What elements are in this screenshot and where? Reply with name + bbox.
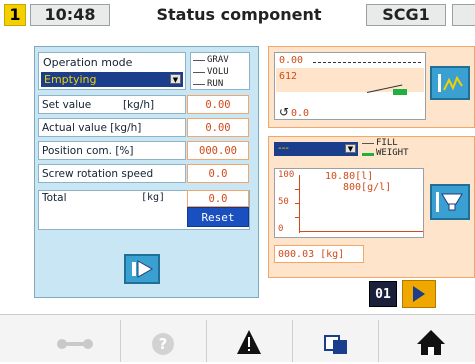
gauge-mid: 50 [278, 197, 289, 207]
total-label: Total [42, 192, 67, 204]
clock: 10:48 [30, 4, 110, 26]
play-icon [132, 260, 154, 278]
total-unit: [kg] [141, 192, 166, 203]
position-com-label: Position com. [%] [38, 141, 186, 160]
reset-button[interactable]: Reset [187, 207, 249, 227]
arrow-right-icon [413, 286, 425, 302]
next-page-button[interactable] [402, 280, 436, 308]
page-title: Status component [156, 5, 322, 24]
rotation-value: 0.0 [291, 108, 310, 119]
operation-mode-box: Operation mode Emptying ▼ [38, 52, 186, 90]
screens-button[interactable] [292, 320, 377, 362]
set-value[interactable]: 0.00 [187, 95, 249, 114]
home-icon [417, 330, 445, 355]
wrench-icon [57, 339, 93, 349]
weigh-settings-icon [438, 74, 463, 92]
station-number: 1 [4, 4, 26, 26]
operation-mode-label: Operation mode [43, 56, 133, 69]
screens-icon [324, 335, 347, 354]
feed-select-value: --- [278, 143, 289, 154]
home-button[interactable] [378, 320, 475, 362]
actual-value-label: Actual value [kg/h] [38, 118, 186, 137]
title-overflow [452, 4, 475, 26]
screw-speed-value: 0.0 [187, 164, 249, 183]
display-line2: 612 [279, 71, 298, 82]
help-button[interactable]: ? [120, 320, 205, 362]
scale-display: 0.00 612 ↺ 0.0 [274, 52, 426, 120]
gauge-min: 0 [278, 224, 284, 234]
hopper-icon [436, 192, 463, 212]
chevron-down-icon: ▼ [345, 144, 356, 153]
component-id: SCG1 [366, 4, 446, 26]
gauge-reading: 10.80[l] [325, 171, 374, 182]
operation-mode-select[interactable]: Emptying ▼ [41, 72, 183, 87]
feed-settings-button[interactable] [430, 184, 470, 220]
maintenance-button[interactable] [30, 320, 120, 362]
alarm-button[interactable] [206, 320, 291, 362]
feed-gauge: 100 50 0 10.80[l] 800[g/l] [274, 168, 424, 238]
title-bar: 1 10:48 Status component SCG1 [0, 0, 475, 30]
actual-value: 0.00 [187, 118, 249, 137]
total-value: 0.0 [187, 190, 249, 207]
gauge-max: 100 [278, 170, 295, 180]
scale-settings-button[interactable] [430, 66, 470, 100]
warning-icon [237, 330, 261, 354]
gauge-density: 800[g/l] [343, 182, 392, 193]
option-fill: FILL [376, 138, 398, 148]
option-weight: WEIGHT [376, 148, 409, 158]
mode-indicators: GRAV VOLU RUN [190, 52, 250, 90]
rotation-icon: ↺ [279, 105, 290, 119]
mode-grav: GRAV [191, 54, 249, 66]
display-dashed-line [313, 62, 421, 63]
mode-volu: VOLU [191, 66, 249, 78]
svg-text:?: ? [159, 335, 168, 353]
gauge-axis [299, 175, 300, 233]
display-indicator [393, 89, 407, 95]
screw-speed-label: Screw rotation speed [38, 164, 186, 183]
display-line1: 0.00 [279, 55, 304, 66]
operation-mode-value: Emptying [44, 73, 97, 86]
chevron-down-icon: ▼ [170, 74, 181, 84]
mode-run: RUN [191, 78, 249, 90]
page-number: 01 [369, 281, 397, 307]
feed-options: FILL WEIGHT [362, 138, 442, 162]
start-button[interactable] [124, 254, 160, 284]
position-com-value: 000.00 [187, 141, 249, 160]
feed-select[interactable]: --- ▼ [274, 142, 358, 156]
set-value-label: Set value [kg/h] [38, 95, 186, 114]
help-icon: ? [152, 333, 174, 355]
weight-value: 000.03 [kg] [274, 245, 364, 263]
